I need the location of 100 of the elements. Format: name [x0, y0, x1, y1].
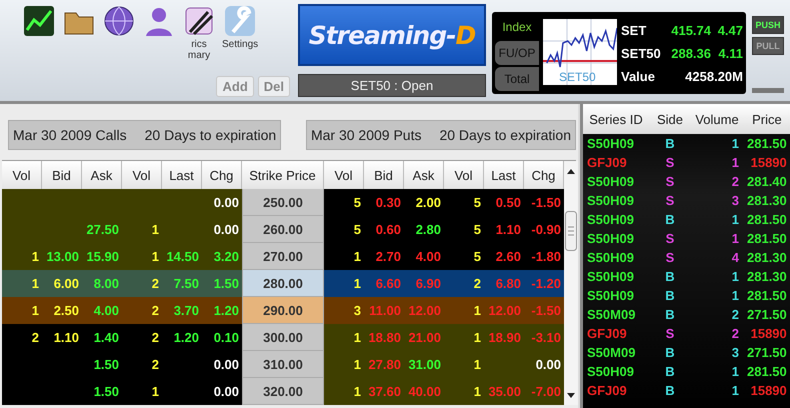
column-header[interactable]: Ask: [404, 161, 444, 189]
column-header[interactable]: Vol: [122, 161, 162, 189]
index-name: SET50: [621, 46, 662, 60]
side-cell: S: [666, 231, 674, 246]
feed-button[interactable]: PUSH: [752, 16, 784, 34]
column-header[interactable]: Vol: [324, 161, 364, 189]
strike-cell: 300.00: [242, 324, 324, 351]
quote-value: 3.20: [214, 249, 239, 264]
quote-value: 1: [354, 357, 361, 372]
tool-label[interactable]: Settings: [222, 39, 258, 50]
volume-cell: 1: [732, 364, 739, 379]
price-cell: 15890: [750, 383, 787, 398]
side-cell: B: [665, 364, 675, 379]
column-header[interactable]: Strike Price: [242, 161, 324, 189]
side-cell: B: [665, 269, 675, 284]
quote-value: 0.00: [214, 357, 239, 372]
quote-value: -1.20: [531, 276, 561, 291]
price-cell: 281.30: [747, 250, 787, 265]
quote-value: 1: [32, 249, 39, 264]
quote-value: 0.00: [214, 195, 239, 210]
volume-cell: 2: [732, 174, 739, 189]
quote-value: 2.00: [416, 195, 441, 210]
column-header[interactable]: Bid: [364, 161, 404, 189]
price-cell: 281.50: [747, 136, 787, 151]
column-header[interactable]: Bid: [42, 161, 82, 189]
series-cell: S50M09: [587, 307, 636, 322]
column-header[interactable]: Last: [484, 161, 524, 189]
quote-value: 37.60: [368, 384, 401, 399]
column-header[interactable]: Vol: [444, 161, 484, 189]
price-cell: 271.50: [747, 307, 787, 322]
quote-value: 3: [354, 303, 361, 318]
series-cell: S50H09: [587, 174, 634, 189]
quote-value: 2.60: [496, 249, 521, 264]
strike-cell: 250.00: [242, 189, 324, 216]
quote-value: 0.00: [214, 222, 239, 237]
column-header[interactable]: Last: [162, 161, 202, 189]
volume-cell: 1: [732, 136, 739, 151]
logo: Streaming-D: [298, 4, 486, 66]
volume-cell: 3: [732, 193, 739, 208]
quote-value: 27.50: [86, 222, 119, 237]
price-cell: 281.50: [747, 288, 787, 303]
quote-value: 2: [152, 357, 159, 372]
strike-cell: 280.00: [242, 270, 324, 297]
volume-cell: 1: [732, 288, 739, 303]
quote-value: 11.00: [369, 303, 401, 318]
price-cell: 281.30: [747, 269, 787, 284]
quote-value: 2: [152, 303, 159, 318]
series-cell: S50H09: [587, 288, 634, 303]
quote-value: 5: [474, 195, 481, 210]
price-cell: 281.40: [747, 174, 787, 189]
quote-value: -1.80: [531, 249, 561, 264]
column-header[interactable]: Side: [649, 104, 691, 134]
column-header[interactable]: Chg: [524, 161, 564, 189]
quote-value: 0.10: [214, 330, 239, 345]
quote-value: 40.00: [408, 384, 441, 399]
side-cell: S: [666, 155, 674, 170]
side-cell: S: [666, 193, 674, 208]
index-name: SET: [621, 22, 648, 38]
quote-value: 13.00: [46, 249, 79, 264]
side-cell: S: [666, 174, 674, 189]
column-header[interactable]: Volume: [691, 104, 743, 134]
price-cell: 281.30: [747, 193, 787, 208]
quote-value: 5: [354, 195, 361, 210]
quote-value: 5: [474, 222, 481, 237]
quote-value: -0.90: [531, 222, 561, 237]
market-status: SET50 : Open: [298, 74, 486, 97]
tool-label[interactable]: rics mary: [188, 39, 210, 61]
scrollbar[interactable]: [564, 161, 578, 405]
trade-value: 4258.20M: [684, 68, 743, 84]
series-title: Mar 30 2009 Calls: [13, 127, 127, 143]
side-cell: B: [665, 345, 675, 360]
column-header[interactable]: Price: [743, 104, 790, 134]
price-cell: 15890: [750, 155, 787, 170]
value-label: Value: [621, 68, 656, 84]
scroll-thumb[interactable]: [565, 211, 577, 251]
volume-cell: 1: [732, 383, 739, 398]
quote-value: 0.30: [376, 195, 401, 210]
series-cell: GFJ09: [587, 326, 627, 341]
quote-value: 8.00: [94, 276, 119, 291]
column-header[interactable]: Vol: [2, 161, 42, 189]
column-header[interactable]: Chg: [202, 161, 242, 189]
column-header[interactable]: Ask: [82, 161, 122, 189]
quote-value: 12.00: [488, 303, 521, 318]
quote-value: 4.00: [416, 249, 441, 264]
quote-value: 1: [474, 303, 481, 318]
quote-value: 1: [32, 303, 39, 318]
quote-value: 14.50: [166, 249, 199, 264]
chart-icon[interactable]: [22, 4, 56, 38]
quote-value: 27.80: [368, 357, 401, 372]
price-cell: 271.50: [747, 345, 787, 360]
volume-cell: 2: [732, 307, 739, 322]
volume-cell: 2: [732, 326, 739, 341]
quote-value: 5: [474, 249, 481, 264]
globe-icon[interactable]: [102, 4, 136, 38]
quote-value: 1.20: [174, 330, 199, 345]
quote-value: 2: [32, 330, 39, 345]
column-header[interactable]: Series ID: [583, 104, 649, 134]
volume-cell: 1: [732, 231, 739, 246]
quote-value: 3.70: [174, 303, 199, 318]
quote-value: 0.50: [496, 195, 521, 210]
